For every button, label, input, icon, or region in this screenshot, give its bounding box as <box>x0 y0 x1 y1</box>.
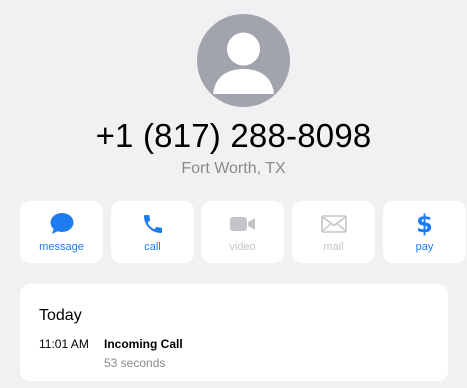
video-button-label: video <box>229 241 256 253</box>
dollar-icon: $ <box>383 211 466 237</box>
mail-button[interactable]: mail <box>292 201 375 263</box>
contact-location: Fort Worth, TX <box>181 160 286 177</box>
video-camera-icon <box>201 211 284 237</box>
message-button-label: message <box>39 241 84 253</box>
message-bubble-icon <box>20 211 103 237</box>
video-button[interactable]: video <box>201 201 284 263</box>
call-button[interactable]: call <box>111 201 194 263</box>
envelope-icon <box>292 211 375 237</box>
call-button-label: call <box>144 241 161 253</box>
call-history-day: Today <box>39 307 82 324</box>
call-duration: 53 seconds <box>104 356 166 370</box>
call-history-card: Today 11:01 AM Incoming Call 53 seconds <box>20 284 448 381</box>
person-silhouette-icon <box>213 32 274 94</box>
dollar-glyph: $ <box>416 210 433 238</box>
call-time: 11:01 AM <box>39 337 89 351</box>
contact-avatar <box>197 14 290 107</box>
phone-icon <box>111 211 194 237</box>
message-button[interactable]: message <box>20 201 103 263</box>
call-type: Incoming Call <box>104 337 183 351</box>
pay-button-label: pay <box>415 241 434 253</box>
pay-button[interactable]: $ pay <box>383 201 466 263</box>
contact-phone-number: +1 (817) 288-8098 <box>95 117 372 154</box>
mail-button-label: mail <box>323 241 344 253</box>
